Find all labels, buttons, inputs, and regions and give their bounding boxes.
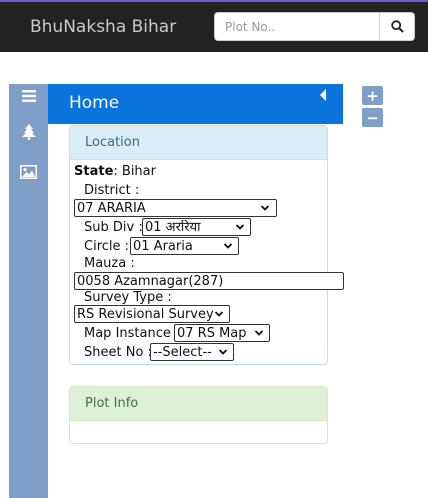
plot-info-heading: Plot Info	[70, 387, 327, 421]
brand-title[interactable]: BhuNaksha Bihar	[30, 17, 176, 37]
circle-select[interactable]: 01 Araria	[130, 237, 239, 255]
state-label: State	[74, 164, 114, 179]
sidebar-tab-menu[interactable]	[9, 84, 48, 108]
mauza-label: Mauza :	[84, 256, 135, 271]
subdiv-label: Sub Div :	[84, 220, 143, 235]
district-label: District :	[84, 183, 140, 198]
tree-icon	[21, 124, 36, 140]
survey-type-select[interactable]: RS Revisional Survey	[74, 305, 230, 323]
page-title: Home	[69, 93, 120, 113]
zoom-out-button[interactable]: −	[362, 108, 383, 127]
circle-label: Circle :	[84, 239, 130, 254]
search-icon	[390, 20, 404, 33]
sheet-no-select-wrap: --Select--	[150, 343, 234, 361]
zoom-in-button[interactable]: +	[362, 86, 383, 105]
circle-select-wrap: 01 Araria	[130, 237, 239, 255]
subdiv-select-wrap: 01 अररिया	[142, 218, 251, 236]
top-navbar: BhuNaksha Bihar	[0, 0, 428, 52]
sidebar-tabstrip	[9, 84, 48, 498]
sidebar-tab-images[interactable]	[9, 160, 48, 184]
home-header: Home	[48, 84, 343, 124]
caret-left-icon[interactable]	[317, 89, 329, 101]
search-button[interactable]	[380, 12, 415, 41]
map-instance-select-wrap: 07 RS Map	[174, 324, 270, 342]
map-instance-label: Map Instance :	[84, 326, 180, 341]
sidebar-tab-tree[interactable]	[9, 120, 48, 144]
survey-type-select-wrap: RS Revisional Survey	[74, 305, 230, 323]
mauza-select[interactable]: 0058 Azamnagar(287)	[74, 272, 344, 290]
menu-icon	[21, 90, 36, 102]
state-value: : Bihar	[113, 164, 156, 179]
plot-search-input[interactable]	[214, 12, 380, 41]
image-icon	[20, 165, 37, 179]
plot-info-panel: Plot Info	[69, 386, 328, 444]
location-panel-heading: Location	[70, 126, 327, 160]
mauza-select-wrap: 0058 Azamnagar(287)	[74, 272, 344, 290]
survey-type-label: Survey Type :	[84, 290, 172, 305]
map-instance-select[interactable]: 07 RS Map	[174, 324, 270, 342]
state-row: State: Bihar	[74, 164, 156, 179]
subdiv-select[interactable]: 01 अररिया	[142, 218, 251, 236]
district-select[interactable]: 07 ARARIA	[74, 199, 277, 217]
sheet-no-select[interactable]: --Select--	[150, 343, 234, 361]
sheet-no-label: Sheet No :	[84, 345, 152, 360]
district-select-wrap: 07 ARARIA	[74, 199, 277, 217]
